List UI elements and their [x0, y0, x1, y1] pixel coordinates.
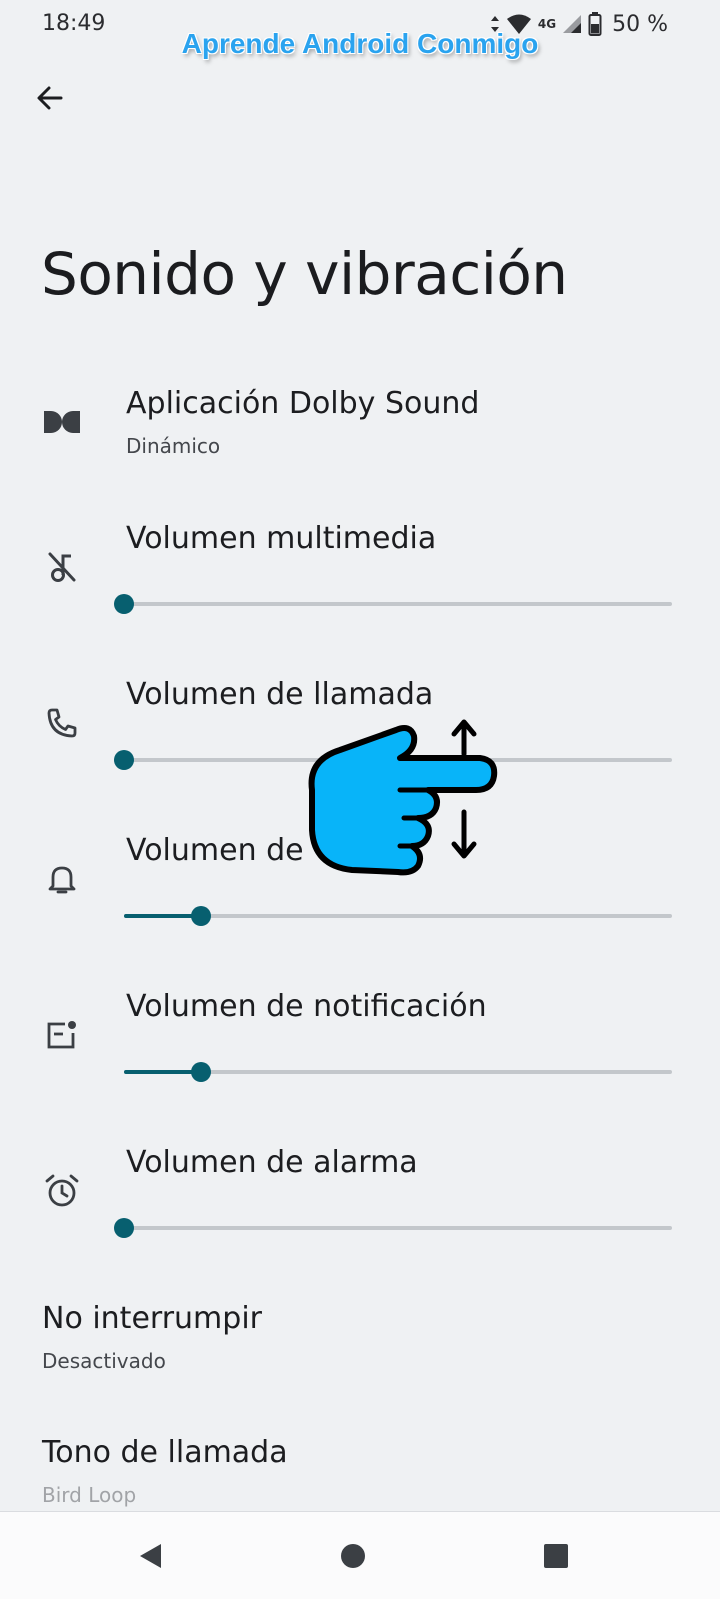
navigation-bar: [0, 1511, 720, 1599]
music-off-icon: [42, 547, 82, 587]
alarm-volume-item: Volumen de alarma: [0, 1139, 720, 1259]
media-volume-title: Volumen multimedia: [126, 521, 437, 556]
alarm-icon: [42, 1171, 82, 1211]
slider-thumb[interactable]: [114, 750, 134, 770]
slider-thumb[interactable]: [190, 1062, 211, 1082]
ringtone-item[interactable]: Tono de llamada Bird Loop: [0, 1429, 720, 1511]
media-volume-item: Volumen multimedia: [0, 515, 720, 635]
dolby-subtitle: Dinámico: [126, 434, 221, 458]
do-not-disturb-item[interactable]: No interrumpir Desactivado: [0, 1295, 720, 1395]
arrow-back-icon: [37, 86, 63, 110]
nav-recents-icon: [544, 1544, 568, 1568]
slider-track: [124, 1226, 672, 1230]
slider-thumb[interactable]: [190, 906, 211, 926]
notification-icon: [42, 1015, 82, 1055]
ringtone-subtitle: Bird Loop: [42, 1483, 137, 1507]
bell-icon: [42, 859, 82, 899]
ring-volume-title: Volumen de: [126, 833, 304, 868]
dolby-icon: [42, 402, 82, 442]
dolby-sound-item[interactable]: Aplicación Dolby Sound Dinámico: [0, 380, 720, 480]
dnd-subtitle: Desactivado: [42, 1349, 166, 1373]
pointing-hand-icon: [300, 690, 510, 890]
slider-track: [124, 602, 672, 606]
dnd-title: No interrumpir: [42, 1301, 262, 1336]
slider-fill: [124, 914, 201, 918]
watermark-text: Aprende Android Conmigo: [181, 28, 539, 59]
notification-volume-slider[interactable]: [124, 1060, 672, 1084]
media-volume-slider[interactable]: [114, 592, 672, 616]
notification-volume-title: Volumen de notificación: [126, 989, 487, 1024]
back-button[interactable]: [30, 78, 70, 118]
dolby-title: Aplicación Dolby Sound: [126, 386, 480, 421]
phone-icon: [42, 703, 82, 743]
ring-volume-slider[interactable]: [124, 904, 672, 928]
alarm-volume-slider[interactable]: [114, 1216, 672, 1240]
ringtone-title: Tono de llamada: [42, 1435, 288, 1470]
nav-home-button[interactable]: [329, 1532, 377, 1580]
slider-thumb[interactable]: [114, 1218, 134, 1238]
nav-recents-button[interactable]: [532, 1532, 580, 1580]
page-title: Sonido y vibración: [41, 240, 568, 308]
nav-home-icon: [341, 1544, 365, 1568]
slider-thumb[interactable]: [114, 594, 134, 614]
nav-back-icon: [140, 1544, 161, 1568]
notification-volume-item: Volumen de notificación: [0, 983, 720, 1103]
slider-fill: [124, 1070, 201, 1074]
nav-back-button[interactable]: [126, 1532, 174, 1580]
alarm-volume-title: Volumen de alarma: [126, 1145, 418, 1180]
